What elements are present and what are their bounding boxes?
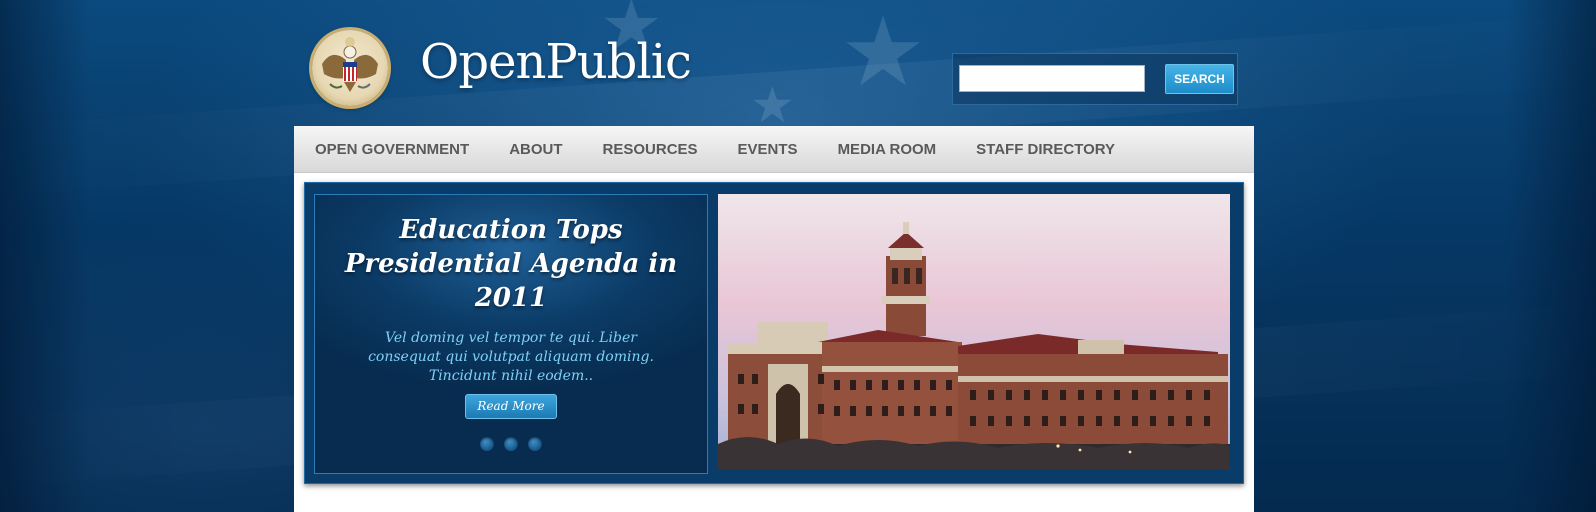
page-content: OPEN GOVERNMENT ABOUT RESOURCES EVENTS M… xyxy=(294,126,1254,512)
site-title[interactable]: OpenPublic xyxy=(420,34,692,90)
nav-item-about[interactable]: ABOUT xyxy=(489,141,582,158)
slide-pager xyxy=(315,437,707,451)
nav-item-staff-directory[interactable]: STAFF DIRECTORY xyxy=(956,141,1135,158)
search-form: SEARCH xyxy=(952,53,1238,105)
site-header: OpenPublic SEARCH xyxy=(294,0,1254,126)
slide-pager-dot-2[interactable] xyxy=(504,437,518,451)
great-seal-icon xyxy=(322,37,378,92)
university-building-image xyxy=(718,194,1230,470)
nav-item-media-room[interactable]: MEDIA ROOM xyxy=(818,141,957,158)
nav-item-resources[interactable]: RESOURCES xyxy=(583,141,718,158)
slide-pager-dot-1[interactable] xyxy=(480,437,494,451)
nav-item-open-government[interactable]: OPEN GOVERNMENT xyxy=(294,141,489,158)
site-logo[interactable] xyxy=(312,30,388,106)
nav-item-events[interactable]: EVENTS xyxy=(718,141,818,158)
main-navigation: OPEN GOVERNMENT ABOUT RESOURCES EVENTS M… xyxy=(294,126,1254,173)
slide-title[interactable]: Education Tops Presidential Agenda in 20… xyxy=(339,213,683,315)
slide-teaser: Vel doming vel tempor te qui. Liber cons… xyxy=(368,330,654,384)
nav-list: OPEN GOVERNMENT ABOUT RESOURCES EVENTS M… xyxy=(294,126,1254,172)
search-button[interactable]: SEARCH xyxy=(1165,64,1234,94)
slide-caption-panel: Education Tops Presidential Agenda in 20… xyxy=(314,194,708,474)
slide-image[interactable] xyxy=(718,194,1230,470)
featured-slideshow: Education Tops Presidential Agenda in 20… xyxy=(304,182,1244,484)
read-more-button[interactable]: Read More xyxy=(465,394,557,419)
search-input[interactable] xyxy=(959,65,1145,92)
slide-pager-dot-3[interactable] xyxy=(528,437,542,451)
